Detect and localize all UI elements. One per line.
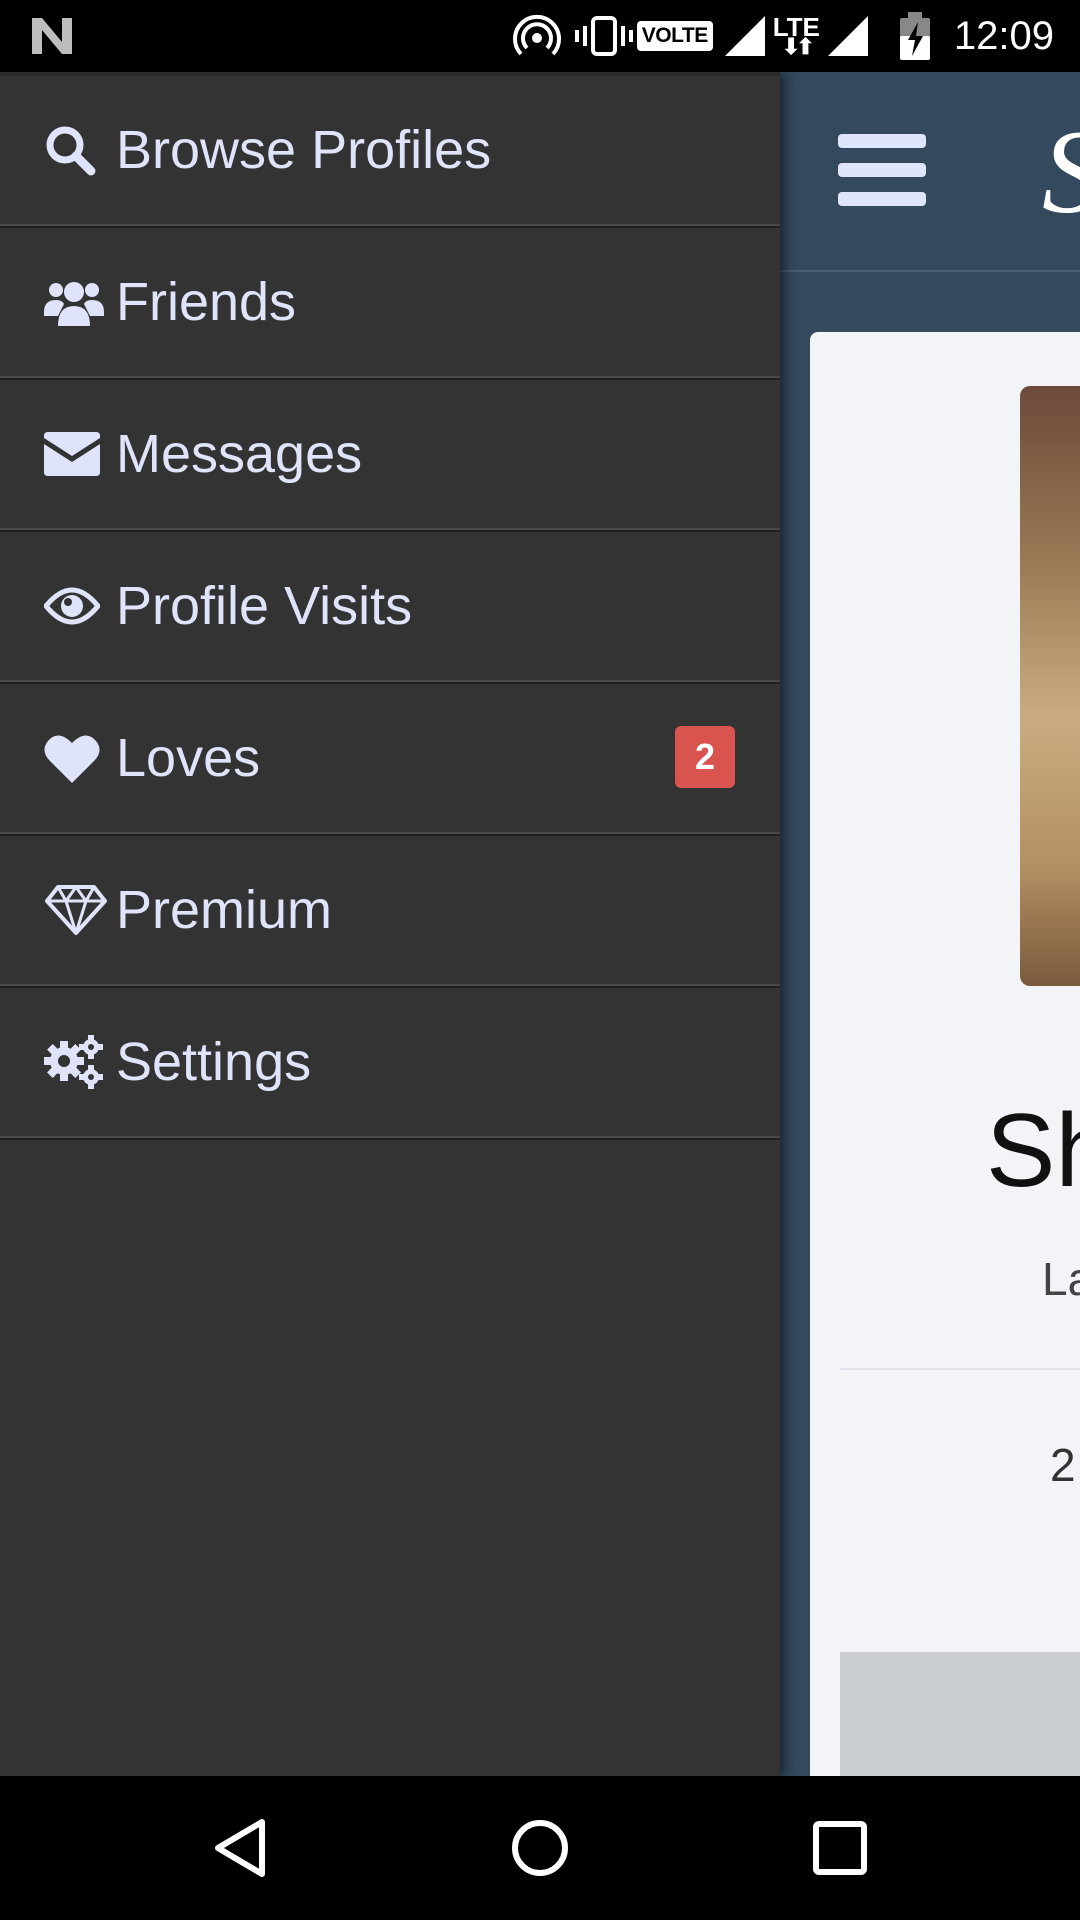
drawer-item-messages[interactable]: Messages xyxy=(0,380,780,530)
vibrate-icon xyxy=(574,16,633,56)
eye-icon xyxy=(44,574,108,638)
drawer-item-loves[interactable]: Loves 2 xyxy=(0,684,780,834)
card-action-area[interactable] xyxy=(840,1652,1080,1776)
drawer-item-label: Loves xyxy=(116,728,261,788)
drawer-item-browse-profiles[interactable]: Browse Profiles xyxy=(0,76,780,226)
profile-card: Sh La 2 xyxy=(810,332,1080,1776)
drawer-item-label: Browse Profiles xyxy=(116,120,492,180)
drawer-item-friends[interactable]: Friends xyxy=(0,228,780,378)
signal-icon-secondary xyxy=(827,16,868,56)
data-arrows-icon: ⬇⬆ xyxy=(781,34,815,59)
battery-charging-icon xyxy=(899,12,930,60)
app-header: S xyxy=(780,72,1080,272)
hamburger-menu-icon[interactable] xyxy=(838,134,928,210)
status-time: 12:09 xyxy=(953,13,1054,58)
loves-count-badge: 2 xyxy=(675,726,735,788)
drawer-item-label: Settings xyxy=(116,1032,312,1092)
drawer-item-premium[interactable]: Premium xyxy=(0,836,780,986)
recents-icon[interactable] xyxy=(810,1818,870,1878)
volte-indicator: VOLTE xyxy=(636,21,713,51)
notification-n-icon xyxy=(32,18,72,54)
profile-name: Sh xyxy=(986,1093,1080,1209)
gears-icon xyxy=(44,1030,108,1094)
users-icon xyxy=(44,270,108,334)
drawer-item-label: Messages xyxy=(116,424,363,484)
drawer-item-label: Premium xyxy=(116,880,333,940)
navigation-drawer: Browse Profiles Friends Messages Profile… xyxy=(0,72,780,1776)
envelope-icon xyxy=(44,422,108,486)
drawer-item-label: Profile Visits xyxy=(116,576,413,636)
profile-stat: 2 xyxy=(1050,1439,1076,1491)
diamond-icon xyxy=(44,878,108,942)
home-icon[interactable] xyxy=(510,1818,570,1878)
search-icon xyxy=(44,118,108,182)
signal-icon xyxy=(724,16,765,56)
status-bar: VOLTE LTE ⬇⬆ 12:09 xyxy=(0,0,1080,72)
divider xyxy=(840,1368,1080,1370)
system-navigation-bar xyxy=(0,1776,1080,1920)
app-logo: S xyxy=(1042,112,1080,232)
back-icon[interactable] xyxy=(210,1818,270,1878)
lte-indicator: LTE ⬇⬆ xyxy=(773,14,820,59)
profile-photo[interactable] xyxy=(1020,386,1080,986)
background-app: S Sh La 2 xyxy=(780,72,1080,1776)
heart-icon xyxy=(44,726,108,790)
drawer-item-label: Friends xyxy=(116,272,297,332)
drawer-item-profile-visits[interactable]: Profile Visits xyxy=(0,532,780,682)
drawer-item-settings[interactable]: Settings xyxy=(0,988,780,1138)
hotspot-icon xyxy=(512,14,561,56)
profile-location: La xyxy=(1042,1253,1080,1305)
